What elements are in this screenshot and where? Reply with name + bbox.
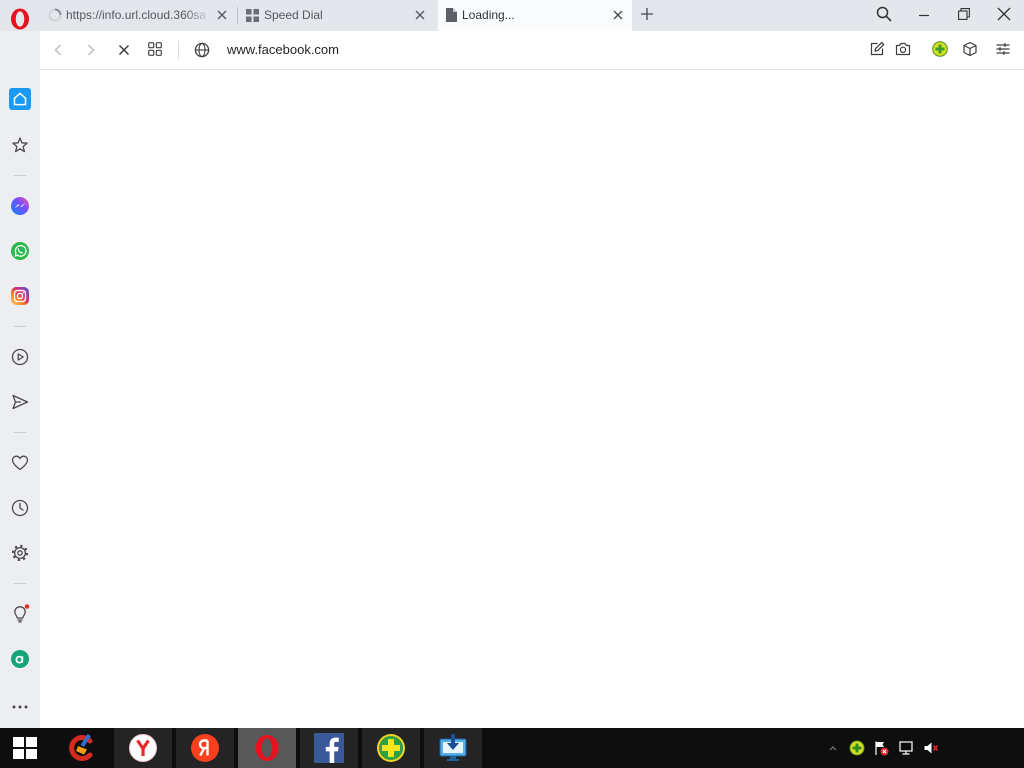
tab-title: Speed Dial xyxy=(264,8,323,22)
volume-muted-icon[interactable] xyxy=(923,740,939,756)
show-hidden-icons-chevron-icon[interactable] xyxy=(829,745,837,751)
360-security-icon[interactable] xyxy=(362,728,420,768)
messenger-icon[interactable] xyxy=(10,196,30,216)
page-viewport xyxy=(40,70,1024,728)
tab-strip: https://info.url.cloud.360sa Speed Dial xyxy=(0,0,1024,31)
whatsapp-icon[interactable] xyxy=(10,241,30,261)
tab-speed-dial[interactable]: Speed Dial xyxy=(238,0,437,31)
yandex-browser-icon[interactable] xyxy=(114,728,172,768)
notification-dot xyxy=(24,604,30,609)
back-icon[interactable] xyxy=(51,43,65,57)
easy-setup-icon[interactable] xyxy=(995,41,1011,57)
history-clock-icon[interactable] xyxy=(11,499,29,517)
windows-start-icon[interactable] xyxy=(0,728,50,768)
download-manager-icon[interactable] xyxy=(424,728,482,768)
360-tray-icon[interactable] xyxy=(849,740,865,756)
lightbulb-icon[interactable] xyxy=(11,604,30,623)
globe-icon[interactable] xyxy=(194,42,210,58)
facebook-icon[interactable] xyxy=(300,728,358,768)
more-dots-icon[interactable] xyxy=(11,704,29,710)
tab-close-icon[interactable] xyxy=(414,9,426,21)
opera-icon[interactable] xyxy=(238,728,296,768)
yandex-icon[interactable] xyxy=(176,728,234,768)
edit-icon[interactable] xyxy=(869,41,885,57)
plus-icon[interactable] xyxy=(641,8,653,20)
sidebar-separator xyxy=(14,175,26,176)
sidebar-separator xyxy=(14,432,26,433)
address-bar-separator xyxy=(178,41,179,59)
heart-icon[interactable] xyxy=(11,454,29,472)
sidebar xyxy=(0,31,40,728)
minimize-icon[interactable] xyxy=(918,9,930,21)
tab-info-url[interactable]: https://info.url.cloud.360sa xyxy=(40,0,237,31)
speed-dial-icon xyxy=(246,9,259,22)
tab-close-icon[interactable] xyxy=(612,9,624,21)
tab-title: Loading... xyxy=(462,8,515,22)
opera-logo-icon[interactable] xyxy=(10,8,30,30)
bookmarks-star-icon[interactable] xyxy=(11,136,29,154)
snapshot-icon[interactable] xyxy=(895,41,911,57)
green-a-icon[interactable] xyxy=(10,649,30,669)
search-tabs-icon[interactable] xyxy=(876,6,892,22)
tab-close-icon[interactable] xyxy=(216,9,228,21)
stop-loading-icon[interactable] xyxy=(117,43,131,57)
forward-icon[interactable] xyxy=(84,43,98,57)
tab-title: https://info.url.cloud.360sa xyxy=(66,8,207,22)
sidebar-separator xyxy=(14,583,26,584)
360-extension-icon[interactable] xyxy=(932,41,948,57)
instagram-icon[interactable] xyxy=(10,286,30,306)
close-icon[interactable] xyxy=(997,7,1011,21)
restore-icon[interactable] xyxy=(958,8,970,20)
flow-send-icon[interactable] xyxy=(11,393,29,411)
home-icon[interactable] xyxy=(9,88,31,110)
sidebar-separator xyxy=(14,326,26,327)
tab-loading-active[interactable]: Loading... xyxy=(438,0,632,31)
tab-tiles-icon[interactable] xyxy=(148,42,162,56)
address-bar: www.facebook.com xyxy=(40,31,1024,70)
url-field[interactable]: www.facebook.com xyxy=(227,42,339,58)
player-icon[interactable] xyxy=(11,348,29,366)
ccleaner-icon[interactable] xyxy=(52,728,110,768)
windows-taskbar xyxy=(0,728,1024,768)
extensions-cube-icon[interactable] xyxy=(962,41,978,57)
document-icon xyxy=(446,8,457,22)
settings-gear-icon[interactable] xyxy=(11,544,29,562)
network-icon[interactable] xyxy=(898,740,914,756)
loading-spinner-icon xyxy=(48,8,62,22)
action-center-flag-icon[interactable] xyxy=(873,740,889,756)
